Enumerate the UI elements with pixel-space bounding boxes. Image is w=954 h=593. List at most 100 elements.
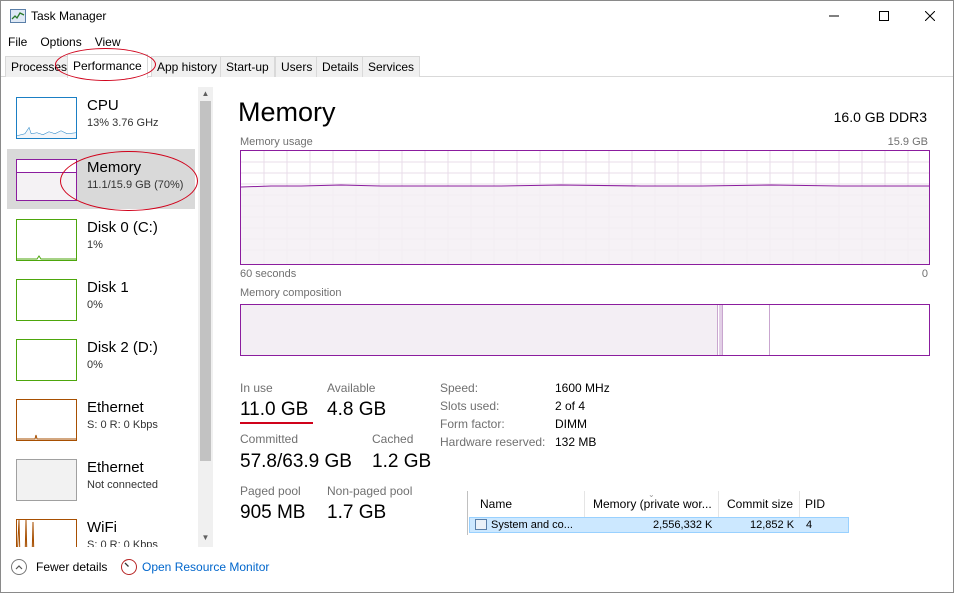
sidebar-item-ethernet-disconnected[interactable]: Ethernet Not connected bbox=[7, 449, 195, 509]
process-commit: 12,852 K bbox=[750, 519, 795, 531]
tab-services[interactable]: Services bbox=[362, 56, 421, 77]
column-header-commit[interactable]: Commit size bbox=[727, 491, 793, 517]
cached-value: 1.2 GB bbox=[372, 451, 432, 472]
annotation-underline-in-use bbox=[240, 422, 313, 424]
speed-value: 1600 MHz bbox=[555, 381, 610, 395]
sidebar-item-title: Disk 0 (C:) bbox=[87, 219, 158, 236]
sidebar-item-subtitle: 0% bbox=[87, 299, 103, 311]
maximize-icon bbox=[879, 11, 889, 21]
sidebar-item-subtitle: S: 0 R: 0 Kbps bbox=[87, 539, 158, 547]
column-header-name[interactable]: Name bbox=[480, 491, 512, 517]
form-factor-value: DIMM bbox=[555, 417, 587, 431]
sidebar-item-cpu[interactable]: CPU 13% 3.76 GHz bbox=[7, 87, 195, 147]
disk-1-thumbnail bbox=[16, 279, 77, 321]
ethernet-thumbnail bbox=[16, 399, 77, 441]
composition-modified bbox=[719, 305, 723, 355]
close-icon bbox=[925, 11, 935, 21]
process-icon bbox=[475, 519, 487, 530]
wifi-thumbnail bbox=[16, 519, 77, 547]
fewer-details-link[interactable]: Fewer details bbox=[36, 560, 107, 574]
in-use-value: 11.0 GB bbox=[240, 399, 309, 420]
memory-usage-graph bbox=[240, 150, 930, 265]
minimize-icon bbox=[829, 15, 839, 17]
in-use-label: In use bbox=[240, 381, 273, 395]
process-memory: 2,556,332 K bbox=[653, 519, 713, 531]
hardware-reserved-label: Hardware reserved: bbox=[440, 435, 546, 449]
committed-value: 57.8/63.9 GB bbox=[240, 451, 352, 472]
sidebar-item-subtitle: 1% bbox=[87, 239, 103, 251]
sidebar-item-wifi[interactable]: WiFi S: 0 R: 0 Kbps bbox=[7, 509, 195, 547]
ethernet-disconnected-thumbnail bbox=[16, 459, 77, 501]
sidebar-item-subtitle: Not connected bbox=[87, 479, 158, 491]
non-paged-pool-label: Non-paged pool bbox=[327, 484, 413, 498]
memory-spec: 16.0 GB DDR3 bbox=[833, 109, 927, 125]
disk-0-thumbnail bbox=[16, 219, 77, 261]
sidebar-item-title: Ethernet bbox=[87, 399, 144, 416]
resource-monitor-icon[interactable] bbox=[121, 559, 137, 575]
maximize-button[interactable] bbox=[861, 1, 907, 31]
sidebar-item-title: WiFi bbox=[87, 519, 117, 536]
process-pid: 4 bbox=[806, 519, 813, 531]
sidebar-item-title: Ethernet bbox=[87, 459, 144, 476]
minimize-button[interactable] bbox=[811, 1, 857, 31]
tab-app-history[interactable]: App history bbox=[151, 56, 224, 77]
task-manager-icon bbox=[10, 9, 26, 23]
sidebar-item-ethernet[interactable]: Ethernet S: 0 R: 0 Kbps bbox=[7, 389, 195, 449]
page-title: Memory bbox=[238, 97, 336, 127]
cpu-thumbnail bbox=[16, 97, 77, 139]
task-manager-window: Task Manager File Options View Processes… bbox=[0, 0, 954, 593]
process-name: System and co... bbox=[491, 519, 573, 531]
cached-label: Cached bbox=[372, 432, 414, 446]
sidebar-item-subtitle: 0% bbox=[87, 359, 103, 371]
sidebar-item-title: Disk 2 (D:) bbox=[87, 339, 158, 356]
memory-usage-chart bbox=[241, 151, 929, 264]
composition-label: Memory composition bbox=[240, 287, 342, 299]
committed-label: Committed bbox=[240, 432, 299, 446]
sort-chevron-icon: ⌄ bbox=[648, 490, 655, 499]
tab-start-up[interactable]: Start-up bbox=[220, 56, 275, 77]
sidebar-item-disk-0[interactable]: Disk 0 (C:) 1% bbox=[7, 209, 195, 269]
scrollbar-thumb[interactable] bbox=[200, 101, 211, 461]
sidebar-scrollbar[interactable]: ▲ ▼ bbox=[198, 87, 213, 547]
process-table: Name Memory (private wor... ⌄ Commit siz… bbox=[467, 490, 849, 535]
hardware-reserved-value: 132 MB bbox=[555, 435, 597, 449]
menu-options[interactable]: Options bbox=[33, 33, 87, 51]
sidebar-item-subtitle: S: 0 R: 0 Kbps bbox=[87, 419, 158, 431]
tab-details[interactable]: Details bbox=[316, 56, 365, 77]
scroll-up-icon[interactable]: ▲ bbox=[198, 87, 213, 101]
close-button[interactable] bbox=[907, 1, 953, 31]
sidebar-item-disk-1[interactable]: Disk 1 0% bbox=[7, 269, 195, 329]
available-label: Available bbox=[327, 381, 376, 395]
window-title: Task Manager bbox=[31, 9, 107, 23]
graph-time-right: 0 bbox=[921, 268, 928, 280]
memory-composition-bar bbox=[240, 304, 930, 356]
slots-label: Slots used: bbox=[440, 399, 500, 413]
fewer-details-chevron-icon[interactable] bbox=[11, 559, 27, 575]
annotation-ellipse-memory bbox=[60, 151, 198, 211]
sidebar-item-disk-2[interactable]: Disk 2 (D:) 0% bbox=[7, 329, 195, 389]
graph-label: Memory usage bbox=[240, 136, 313, 148]
sidebar-item-subtitle: 13% 3.76 GHz bbox=[87, 117, 159, 129]
annotation-ellipse-performance bbox=[55, 48, 156, 81]
speed-label: Speed: bbox=[440, 381, 479, 395]
sidebar-item-title: Disk 1 bbox=[87, 279, 129, 296]
scroll-down-icon[interactable]: ▼ bbox=[198, 531, 213, 545]
title-bar: Task Manager bbox=[1, 1, 953, 31]
non-paged-pool-value: 1.7 GB bbox=[327, 502, 387, 523]
disk-2-thumbnail bbox=[16, 339, 77, 381]
tab-users[interactable]: Users bbox=[275, 56, 319, 77]
sidebar-item-title: CPU bbox=[87, 97, 119, 114]
column-header-pid[interactable]: PID bbox=[805, 491, 825, 517]
composition-in-use bbox=[241, 305, 718, 355]
menu-file[interactable]: File bbox=[1, 33, 33, 51]
paged-pool-value: 905 MB bbox=[240, 502, 306, 523]
table-row[interactable]: System and co... 2,556,332 K 12,852 K 4 bbox=[469, 517, 849, 533]
open-resource-monitor-link[interactable]: Open Resource Monitor bbox=[142, 560, 269, 574]
graph-time-left: 60 seconds bbox=[240, 268, 297, 280]
available-value: 4.8 GB bbox=[327, 399, 387, 420]
slots-value: 2 of 4 bbox=[555, 399, 586, 413]
composition-standby-divider bbox=[769, 305, 770, 355]
graph-max: 15.9 GB bbox=[887, 136, 928, 148]
form-factor-label: Form factor: bbox=[440, 417, 505, 431]
paged-pool-label: Paged pool bbox=[240, 484, 301, 498]
